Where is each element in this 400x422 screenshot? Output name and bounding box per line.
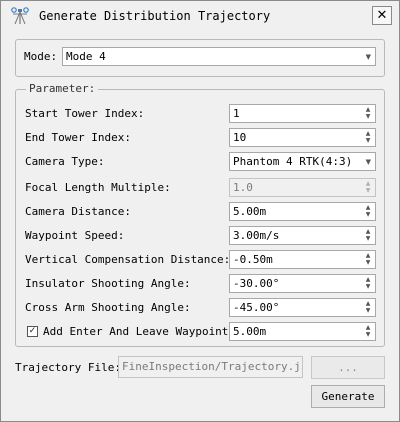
spin-arrows-icon[interactable]: ▲ ▼ [363,252,373,267]
parameter-legend: Parameter: [26,82,99,95]
enter-leave-waypoints-checkbox[interactable]: ✓ [27,326,38,337]
waypoint-speed-value: 3.00m/s [233,229,280,242]
parameter-group: Parameter: Start Tower Index: 1 ▲ ▼ End T… [15,82,385,347]
camera-distance-spinbox[interactable]: 5.00m ▲ ▼ [229,202,376,221]
generate-button[interactable]: Generate [311,385,385,408]
start-tower-index-spinbox[interactable]: 1 ▲ ▼ [229,104,376,123]
chevron-down-icon: ▼ [365,158,371,166]
camera-distance-label: Camera Distance: [25,205,131,218]
waypoint-speed-label: Waypoint Speed: [25,229,125,242]
waypoint-speed-spinbox[interactable]: 3.00m/s ▲ ▼ [229,226,376,245]
vertical-compensation-distance-value: -0.50m [233,253,273,266]
enter-leave-waypoints-label[interactable]: Add Enter And Leave Waypoints [43,325,235,338]
mode-label: Mode: [24,50,58,63]
spin-arrows-icon[interactable]: ▲ ▼ [363,228,373,243]
vertical-compensation-distance-spinbox[interactable]: -0.50m ▲ ▼ [229,250,376,269]
spin-arrows-icon[interactable]: ▲ ▼ [363,300,373,315]
end-tower-index-spinbox[interactable]: 10 ▲ ▼ [229,128,376,147]
camera-type-label: Camera Type: [25,155,105,168]
cross-arm-shooting-angle-spinbox[interactable]: -45.00° ▲ ▼ [229,298,376,317]
spin-arrows-icon[interactable]: ▲ ▼ [363,204,373,219]
enter-leave-waypoints-spinbox[interactable]: 5.00m ▲ ▼ [229,322,376,341]
enter-leave-waypoints-value: 5.00m [233,325,267,338]
spin-arrows-icon: ▲ ▼ [365,180,371,194]
spin-arrows-icon[interactable]: ▲ ▼ [363,276,373,291]
trajectory-file-label: Trajectory File: [15,361,121,374]
camera-distance-value: 5.00m [233,205,267,218]
focal-length-multiple-label: Focal Length Multiple: [25,181,171,194]
start-tower-index-label: Start Tower Index: [25,107,145,120]
camera-type-select[interactable]: Phantom 4 RTK(4:3) ▼ [229,152,376,171]
window-title: Generate Distribution Trajectory [39,9,271,23]
chevron-down-icon: ▼ [365,53,371,61]
focal-length-multiple-value: 1.0 [233,181,253,194]
mode-value: Mode 4 [66,50,106,63]
browse-button[interactable]: ... [311,356,385,379]
trajectory-file-field: FineInspection/Trajectory.json [118,356,303,378]
focal-length-multiple-spinbox: 1.0 ▲ ▼ [229,178,376,197]
insulator-shooting-angle-spinbox[interactable]: -30.00° ▲ ▼ [229,274,376,293]
vertical-compensation-distance-label: Vertical Compensation Distance: [25,253,231,266]
spin-arrows-icon[interactable]: ▲ ▼ [363,324,373,339]
start-tower-index-value: 1 [233,107,240,120]
drone-tower-icon [11,7,29,25]
cross-arm-shooting-angle-label: Cross Arm Shooting Angle: [25,301,191,314]
title-bar: Generate Distribution Trajectory ✕ [1,1,399,31]
spin-arrows-icon[interactable]: ▲ ▼ [363,130,373,145]
close-button[interactable]: ✕ [372,6,392,25]
end-tower-index-label: End Tower Index: [25,131,131,144]
end-tower-index-value: 10 [233,131,247,144]
dialog-window: Generate Distribution Trajectory ✕ Mode:… [0,0,400,422]
spin-arrows-icon[interactable]: ▲ ▼ [363,106,373,121]
camera-type-value: Phantom 4 RTK(4:3) [233,155,353,168]
insulator-shooting-angle-label: Insulator Shooting Angle: [25,277,191,290]
insulator-shooting-angle-value: -30.00° [233,277,280,290]
mode-group: Mode: Mode 4 ▼ [15,39,385,77]
cross-arm-shooting-angle-value: -45.00° [233,301,280,314]
mode-select[interactable]: Mode 4 ▼ [62,47,376,66]
trajectory-file-value: FineInspection/Trajectory.json [122,360,303,373]
